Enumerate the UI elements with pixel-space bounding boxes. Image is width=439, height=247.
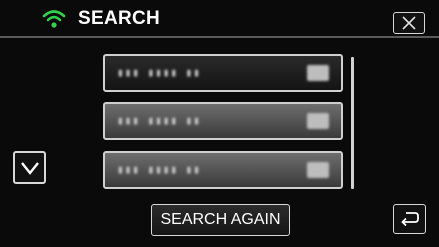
wifi-icon bbox=[42, 8, 66, 30]
scrollbar[interactable] bbox=[351, 57, 354, 189]
result-item-badge bbox=[307, 65, 329, 81]
result-item-name: ▮▮▮ ▮▮▮▮ ▮▮ bbox=[117, 165, 201, 177]
result-item-badge bbox=[307, 113, 329, 129]
header-bar: SEARCH bbox=[0, 0, 439, 38]
page-title: SEARCH bbox=[78, 8, 161, 29]
result-item-1[interactable]: ▮▮▮ ▮▮▮▮ ▮▮ bbox=[103, 54, 343, 92]
scroll-down-button[interactable] bbox=[13, 151, 46, 184]
result-item-2[interactable]: ▮▮▮ ▮▮▮▮ ▮▮ bbox=[103, 102, 343, 140]
back-button[interactable] bbox=[393, 204, 426, 234]
result-item-name: ▮▮▮ ▮▮▮▮ ▮▮ bbox=[117, 116, 201, 128]
search-screen: SEARCH ▮▮▮ ▮▮▮▮ ▮▮ ▮▮▮ ▮▮▮▮ ▮▮ ▮▮▮ ▮▮▮▮ … bbox=[0, 0, 439, 247]
search-again-button[interactable]: SEARCH AGAIN bbox=[151, 204, 290, 236]
result-item-3[interactable]: ▮▮▮ ▮▮▮▮ ▮▮ bbox=[103, 151, 343, 189]
result-item-name: ▮▮▮ ▮▮▮▮ ▮▮ bbox=[117, 68, 201, 80]
result-item-badge bbox=[307, 162, 329, 178]
close-button[interactable] bbox=[393, 12, 425, 34]
